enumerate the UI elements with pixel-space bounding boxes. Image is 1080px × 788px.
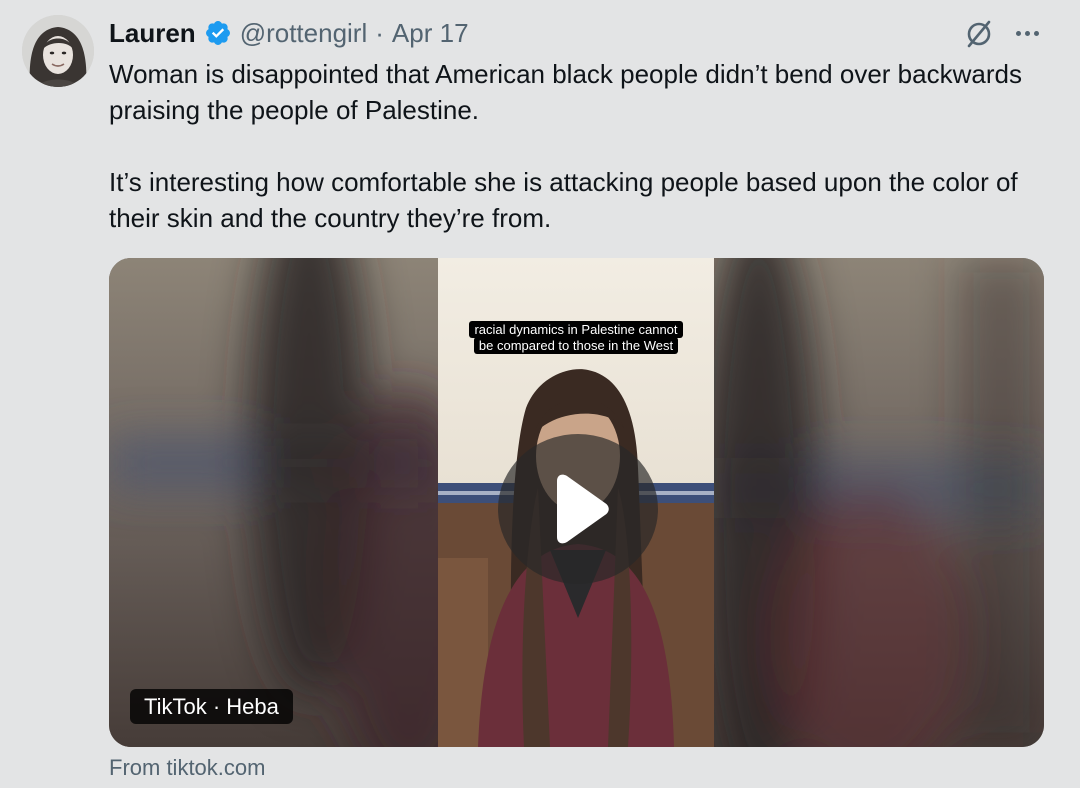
tweet-date[interactable]: Apr 17 [392, 18, 469, 49]
caption-line: be compared to those in the West [473, 337, 679, 354]
tweet-paragraph: Woman is disappointed that American blac… [109, 59, 1022, 125]
grok-icon[interactable] [962, 17, 996, 51]
author-name[interactable]: Lauren [109, 18, 196, 49]
more-dot [1015, 30, 1021, 36]
video-card[interactable]: racial dynamics in Palestine cannot be c… [109, 258, 1044, 747]
video-caption: racial dynamics in Palestine cannot be c… [466, 321, 686, 354]
more-dot [1033, 30, 1039, 36]
author-handle[interactable]: @rottengirl [240, 18, 368, 49]
tweet-paragraph: It’s interesting how comfortable she is … [109, 167, 1018, 233]
tweet-header: Lauren @rottengirl · Apr 17 [109, 16, 469, 50]
caption-line: racial dynamics in Palestine cannot [469, 321, 683, 338]
source-link[interactable]: From tiktok.com [109, 755, 265, 781]
more-dot [1024, 30, 1030, 36]
play-icon [557, 474, 609, 544]
header-separator: · [375, 17, 384, 48]
tweet-text: Woman is disappointed that American blac… [109, 56, 1049, 236]
avatar-image [22, 15, 94, 87]
video-source-badge: TikTok · Heba [130, 689, 293, 724]
author-avatar[interactable] [22, 15, 94, 87]
more-options-icon[interactable] [1010, 18, 1044, 48]
verified-badge-icon[interactable] [204, 19, 232, 47]
play-button[interactable] [498, 434, 658, 584]
